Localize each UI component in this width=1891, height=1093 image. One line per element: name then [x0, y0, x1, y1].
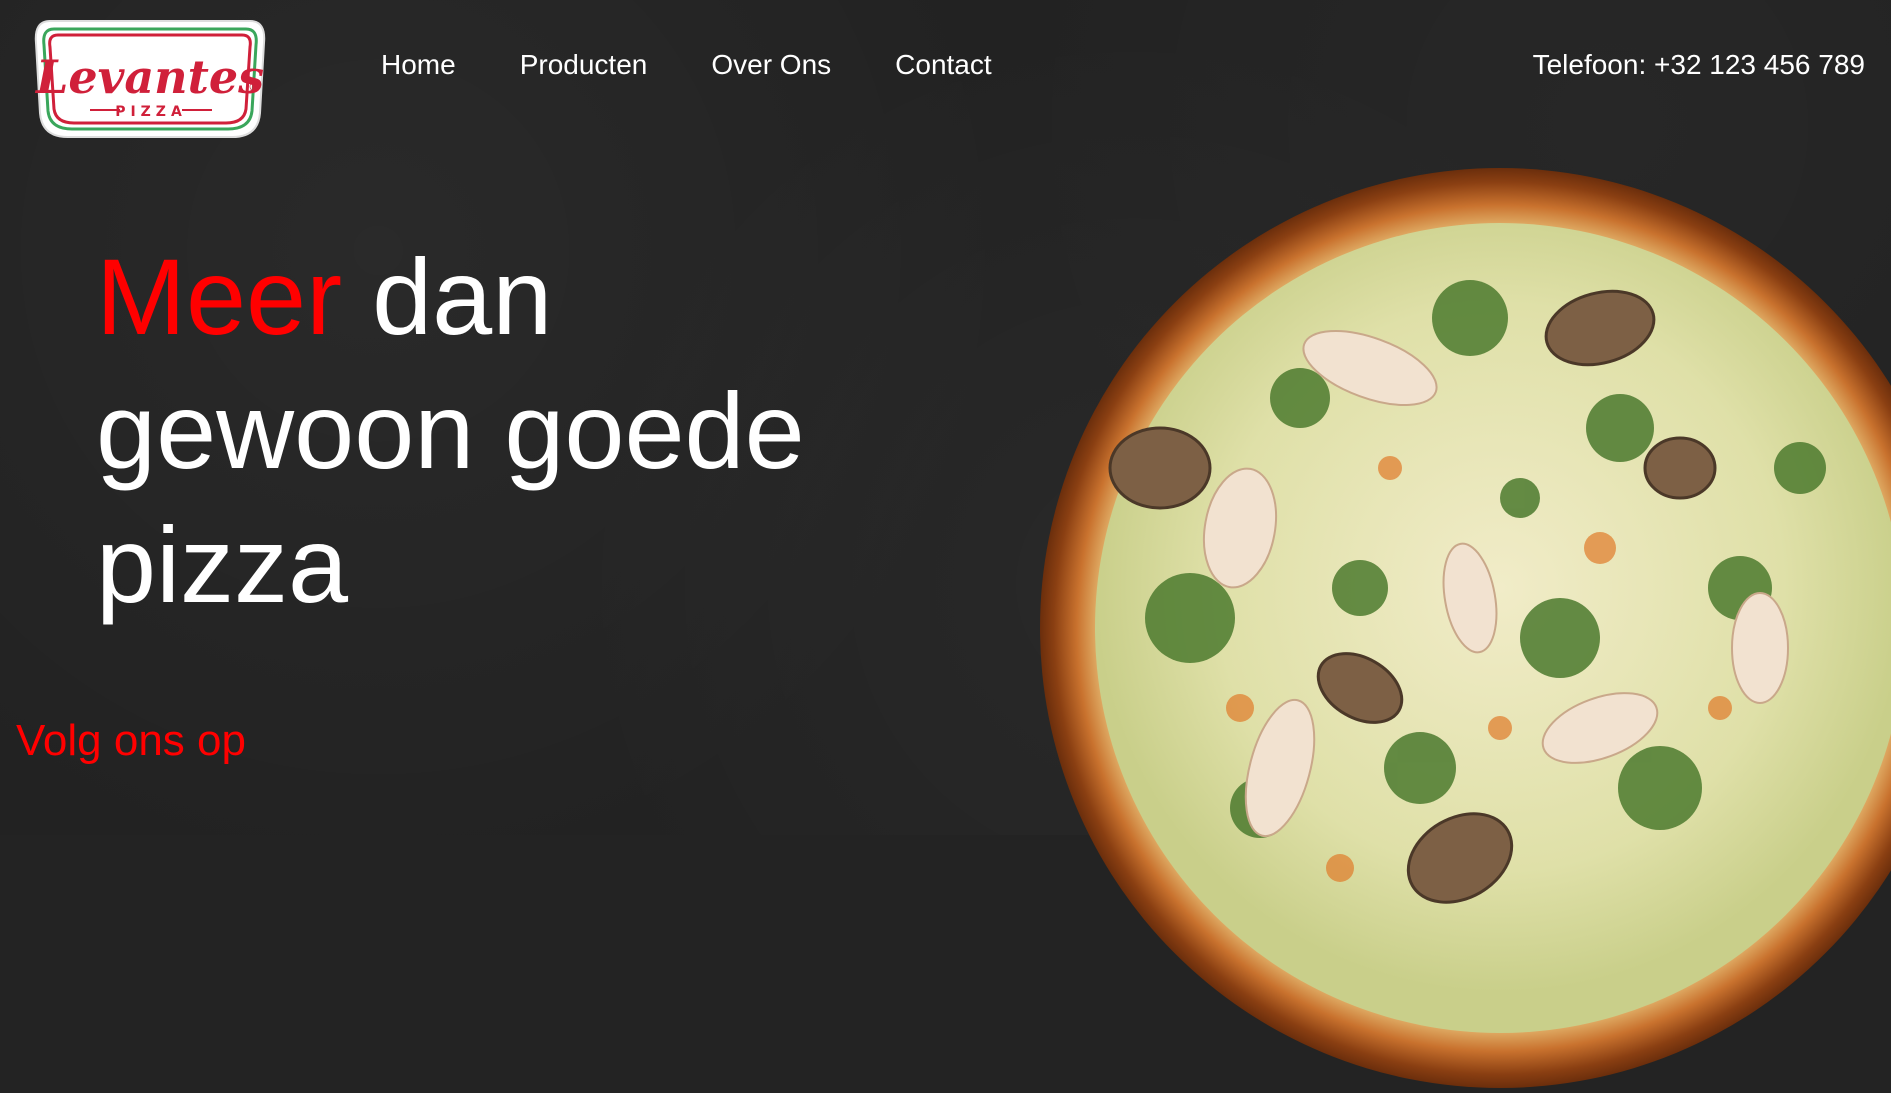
phone-number: Telefoon: +32 123 456 789 [1532, 49, 1865, 80]
nav-contact-link[interactable]: Contact [895, 48, 992, 82]
main-nav: Home Producten Over Ons Contact [381, 48, 1056, 82]
hero-line2: gewoon goede [96, 370, 805, 491]
nav-over-ons-link[interactable]: Over Ons [711, 48, 831, 82]
follow-us-label: Volg ons op [16, 716, 246, 765]
hero-line3: pizza [96, 504, 349, 625]
logo-script-text: Levantes [34, 50, 264, 104]
logo-sub-text: PIZZA [115, 104, 187, 120]
nav-home-link[interactable]: Home [381, 48, 456, 82]
nav-producten-link[interactable]: Producten [520, 48, 648, 82]
levantes-logo[interactable]: Levantes ® PIZZA [30, 13, 270, 143]
svg-text:®: ® [248, 80, 260, 94]
hero-line1-rest: dan [342, 236, 553, 357]
hero-accent-word: Meer [96, 236, 343, 357]
hero-heading: Meer dan gewoon goede pizza [96, 230, 896, 632]
pizza-image [1040, 168, 1891, 1088]
